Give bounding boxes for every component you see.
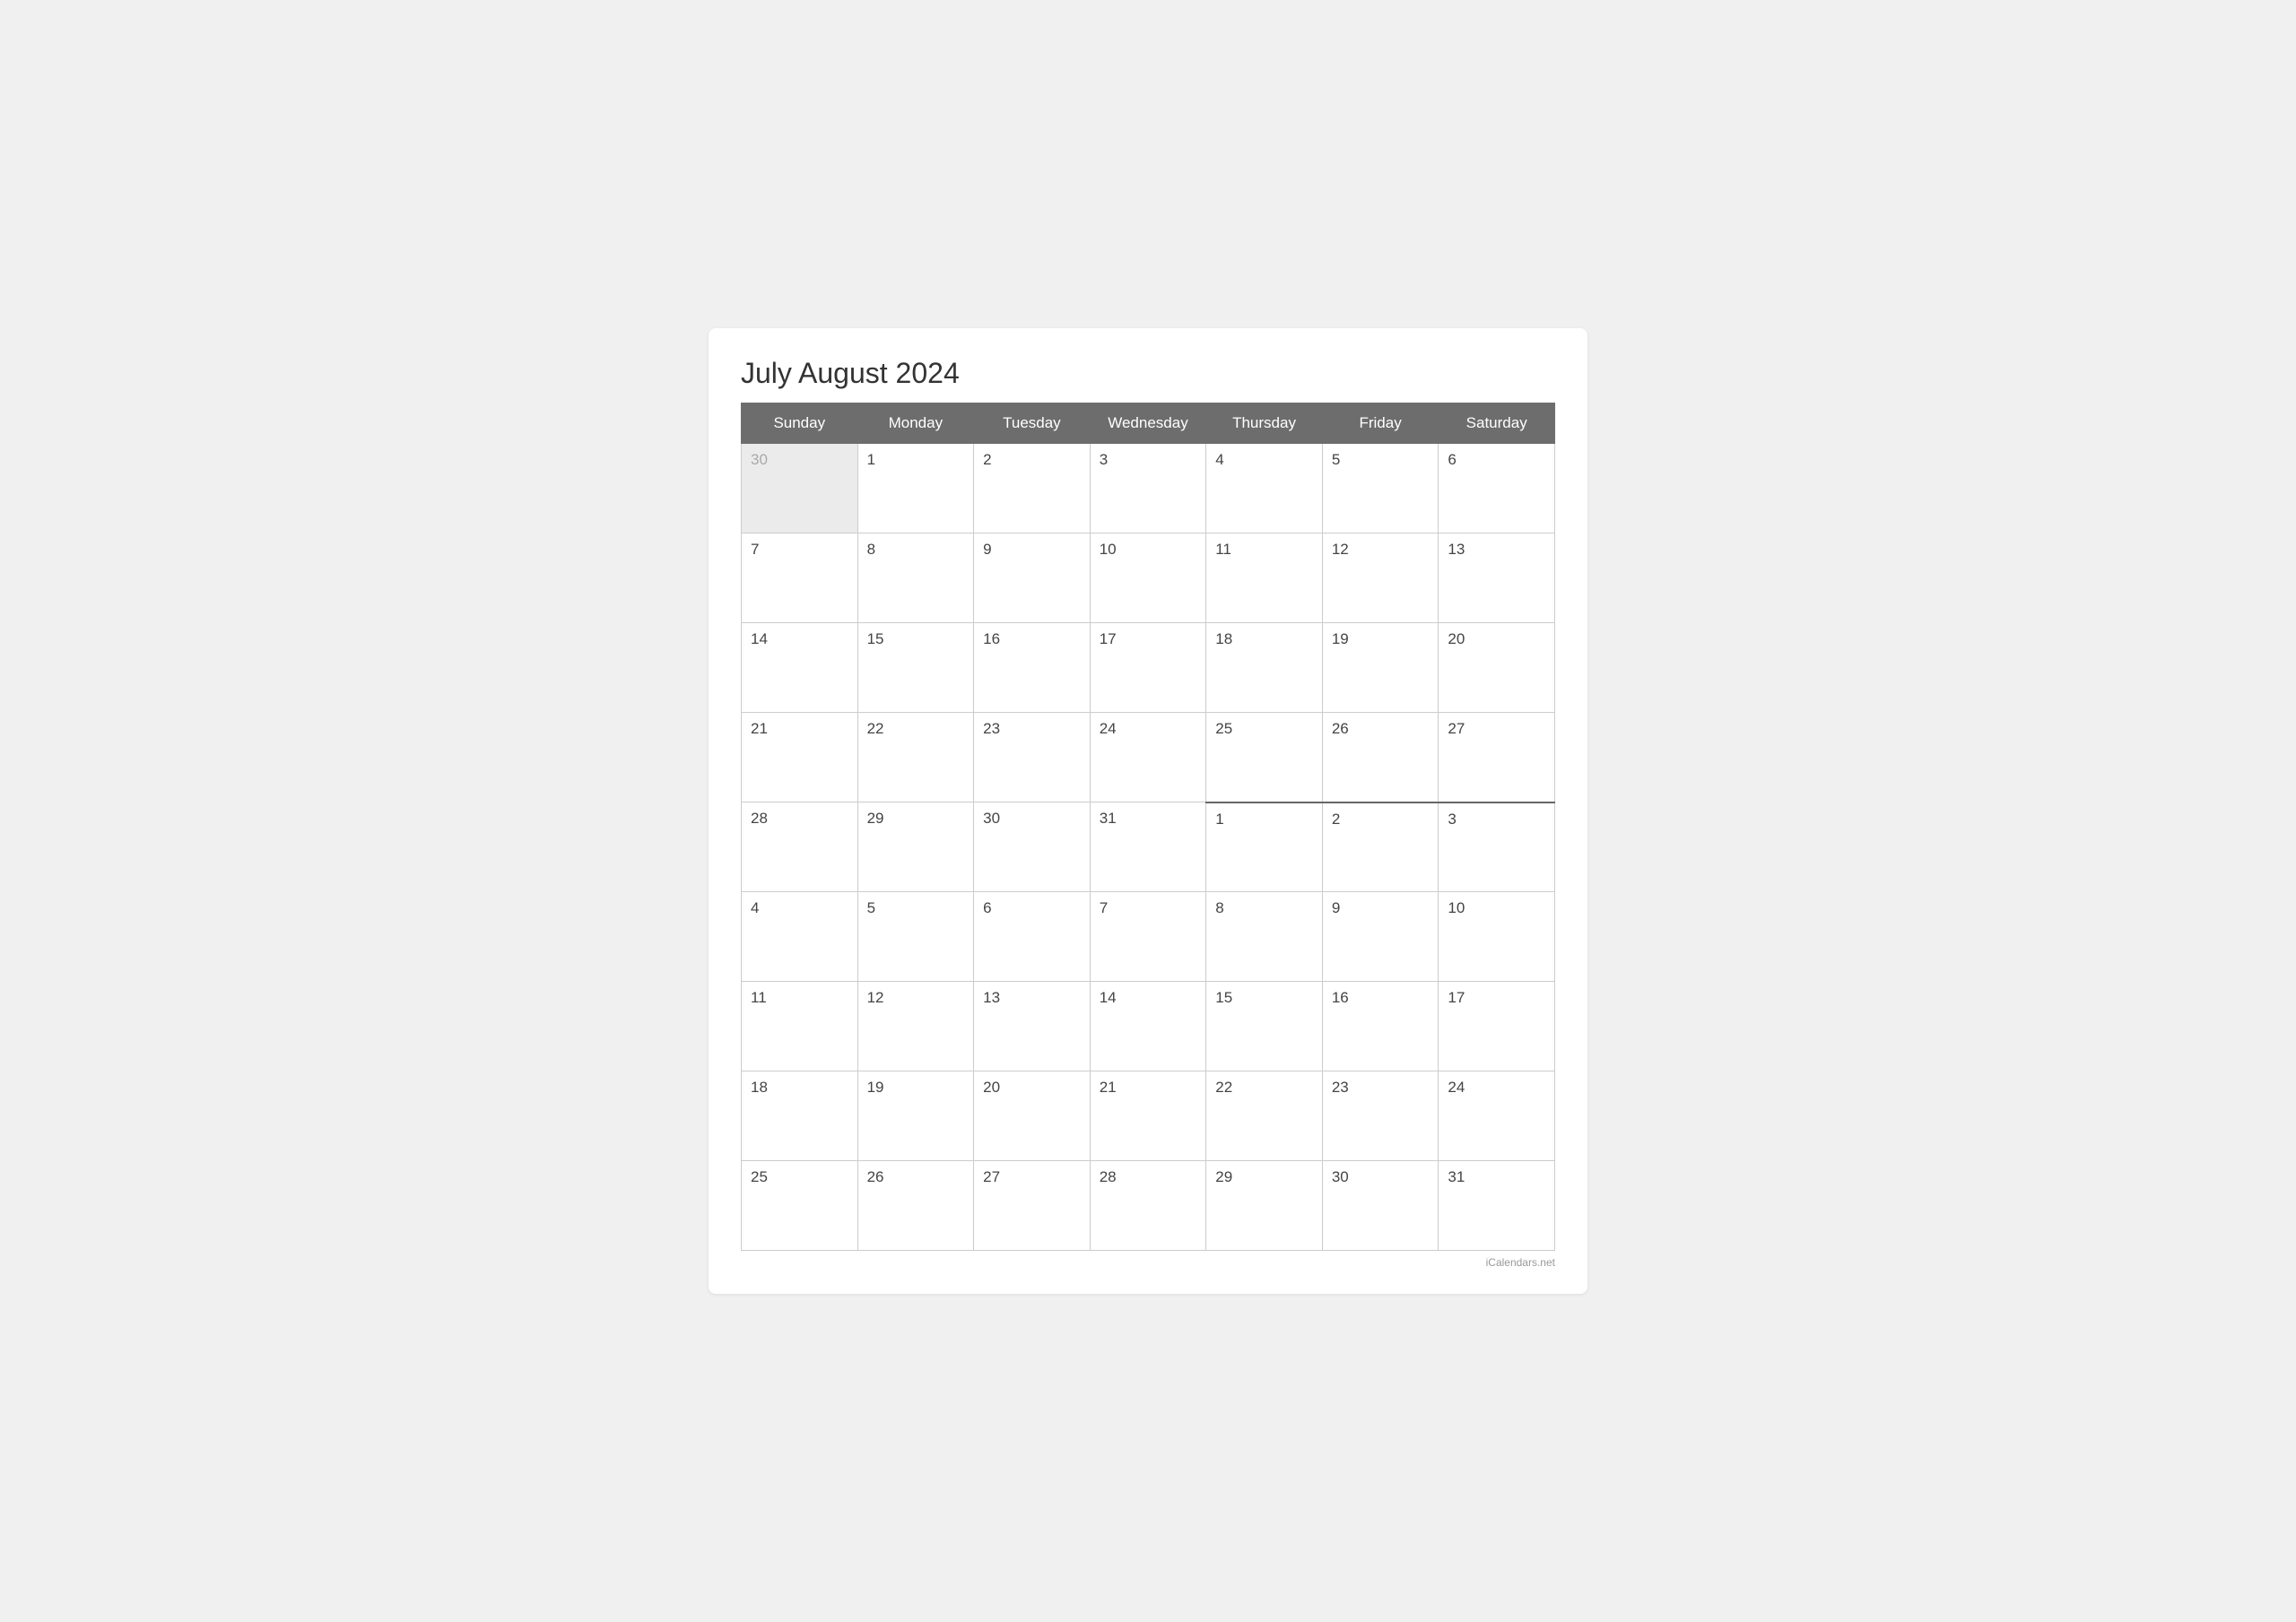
day-cell: 31	[1090, 802, 1206, 892]
day-header-monday: Monday	[857, 403, 974, 444]
day-cell: 17	[1090, 623, 1206, 713]
day-cell: 10	[1090, 533, 1206, 623]
day-cell: 26	[1322, 713, 1439, 802]
day-cell: 22	[1206, 1071, 1323, 1161]
calendar-table: SundayMondayTuesdayWednesdayThursdayFrid…	[741, 403, 1555, 1251]
day-cell: 9	[1322, 892, 1439, 982]
calendar-body: 3012345678910111213141516171819202122232…	[742, 444, 1555, 1251]
day-cell: 27	[974, 1161, 1091, 1251]
day-cell: 8	[857, 533, 974, 623]
day-cell: 26	[857, 1161, 974, 1251]
week-row-2: 14151617181920	[742, 623, 1555, 713]
day-cell: 18	[1206, 623, 1323, 713]
week-row-7: 18192021222324	[742, 1071, 1555, 1161]
day-cell: 24	[1439, 1071, 1555, 1161]
day-cell: 22	[857, 713, 974, 802]
week-row-4: 28293031123	[742, 802, 1555, 892]
day-header-thursday: Thursday	[1206, 403, 1323, 444]
week-row-8: 25262728293031	[742, 1161, 1555, 1251]
week-row-3: 21222324252627	[742, 713, 1555, 802]
calendar-title: July August 2024	[741, 357, 1555, 390]
day-cell: 14	[1090, 982, 1206, 1071]
day-cell: 6	[974, 892, 1091, 982]
day-cell: 19	[857, 1071, 974, 1161]
day-cell: 7	[742, 533, 858, 623]
day-cell: 31	[1439, 1161, 1555, 1251]
day-cell: 14	[742, 623, 858, 713]
day-cell: 21	[742, 713, 858, 802]
day-cell: 7	[1090, 892, 1206, 982]
day-cell: 25	[1206, 713, 1323, 802]
day-cell: 18	[742, 1071, 858, 1161]
day-cell: 21	[1090, 1071, 1206, 1161]
day-cell: 12	[1322, 533, 1439, 623]
day-cell: 3	[1439, 802, 1555, 892]
day-cell: 13	[974, 982, 1091, 1071]
day-cell: 29	[1206, 1161, 1323, 1251]
day-cell: 23	[1322, 1071, 1439, 1161]
day-cell: 2	[974, 444, 1091, 533]
day-cell: 25	[742, 1161, 858, 1251]
day-cell: 11	[742, 982, 858, 1071]
day-cell: 2	[1322, 802, 1439, 892]
day-cell: 1	[857, 444, 974, 533]
day-cell: 19	[1322, 623, 1439, 713]
day-cell: 23	[974, 713, 1091, 802]
day-header-saturday: Saturday	[1439, 403, 1555, 444]
day-cell: 10	[1439, 892, 1555, 982]
day-cell: 24	[1090, 713, 1206, 802]
day-cell: 17	[1439, 982, 1555, 1071]
week-row-0: 30123456	[742, 444, 1555, 533]
footer: iCalendars.net	[741, 1256, 1555, 1269]
day-cell: 6	[1439, 444, 1555, 533]
day-cell: 30	[1322, 1161, 1439, 1251]
header-row: SundayMondayTuesdayWednesdayThursdayFrid…	[742, 403, 1555, 444]
day-cell: 1	[1206, 802, 1323, 892]
day-cell: 29	[857, 802, 974, 892]
day-cell: 28	[742, 802, 858, 892]
day-cell: 20	[1439, 623, 1555, 713]
day-cell: 13	[1439, 533, 1555, 623]
calendar-container: July August 2024 SundayMondayTuesdayWedn…	[709, 328, 1587, 1294]
day-cell: 5	[857, 892, 974, 982]
week-row-5: 45678910	[742, 892, 1555, 982]
day-cell: 15	[857, 623, 974, 713]
day-cell: 27	[1439, 713, 1555, 802]
day-cell: 16	[1322, 982, 1439, 1071]
day-cell: 30	[974, 802, 1091, 892]
day-cell: 20	[974, 1071, 1091, 1161]
day-header-sunday: Sunday	[742, 403, 858, 444]
day-cell: 4	[742, 892, 858, 982]
day-cell: 5	[1322, 444, 1439, 533]
day-cell: 12	[857, 982, 974, 1071]
day-cell: 3	[1090, 444, 1206, 533]
day-cell: 16	[974, 623, 1091, 713]
day-header-tuesday: Tuesday	[974, 403, 1091, 444]
day-cell: 15	[1206, 982, 1323, 1071]
day-header-wednesday: Wednesday	[1090, 403, 1206, 444]
day-header-friday: Friday	[1322, 403, 1439, 444]
day-cell: 9	[974, 533, 1091, 623]
week-row-6: 11121314151617	[742, 982, 1555, 1071]
day-cell: 4	[1206, 444, 1323, 533]
week-row-1: 78910111213	[742, 533, 1555, 623]
day-cell: 30	[742, 444, 858, 533]
day-cell: 11	[1206, 533, 1323, 623]
day-cell: 8	[1206, 892, 1323, 982]
day-cell: 28	[1090, 1161, 1206, 1251]
